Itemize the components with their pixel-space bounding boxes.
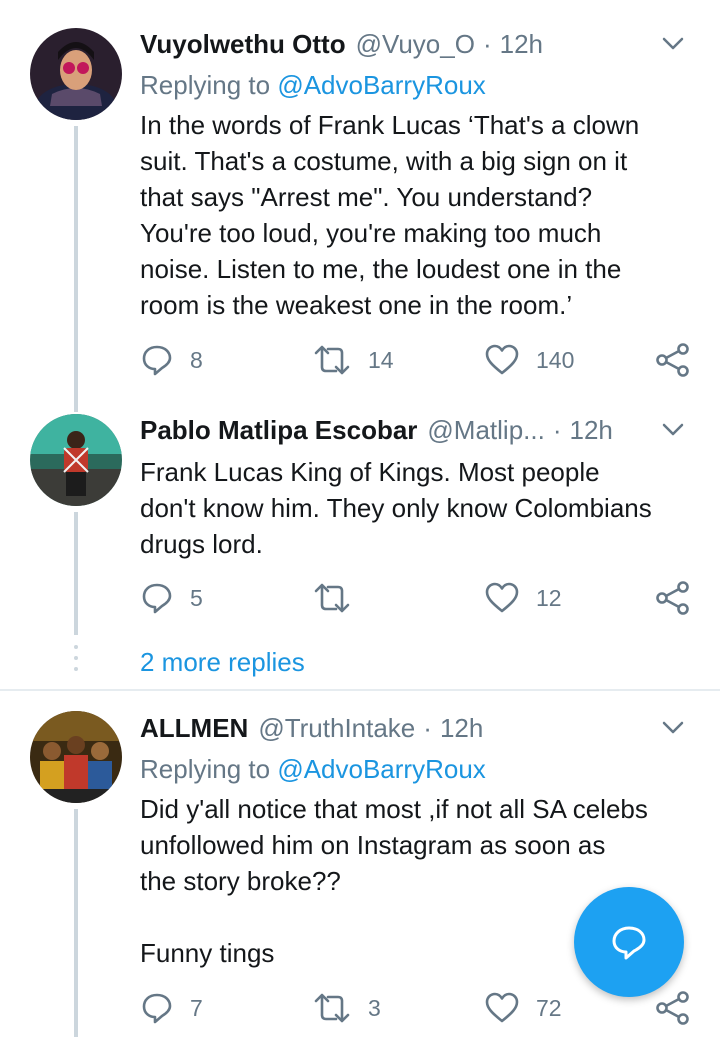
tweet-text: In the words of Frank Lucas ‘That's a cl… xyxy=(140,110,640,320)
share-button[interactable] xyxy=(655,988,691,1028)
retweet-button[interactable]: 3 xyxy=(312,988,381,1028)
share-icon xyxy=(656,581,689,615)
user-handle[interactable]: @Vuyo_O xyxy=(356,29,475,60)
chevron-down-icon[interactable] xyxy=(656,711,690,745)
reply-icon xyxy=(142,345,172,376)
heart-icon xyxy=(485,344,519,375)
heart-icon xyxy=(485,992,519,1023)
thread-line xyxy=(74,512,78,635)
heart-icon xyxy=(485,582,519,613)
replying-to: Replying to @AdvoBarryRoux xyxy=(140,754,486,785)
user-handle[interactable]: @TruthIntake xyxy=(258,713,415,744)
replying-to-label: Replying to xyxy=(140,70,271,100)
tweet-actions: 8 14 140 xyxy=(140,340,700,380)
tweet-header: Pablo Matlipa Escobar @Matlip... · 12h xyxy=(140,413,690,447)
retweet-button[interactable] xyxy=(312,578,368,618)
like-button[interactable]: 140 xyxy=(484,340,574,380)
reply-icon xyxy=(142,583,172,614)
compose-reply-icon xyxy=(612,926,646,960)
like-count: 140 xyxy=(536,346,575,373)
reply-count: 5 xyxy=(190,584,203,611)
reply-icon xyxy=(142,993,172,1024)
user-handle[interactable]: @Matlip... xyxy=(427,415,544,446)
replying-to-link[interactable]: @AdvoBarryRoux xyxy=(277,754,485,784)
separator-dot: · xyxy=(482,28,492,59)
retweet-icon xyxy=(314,345,350,375)
like-button[interactable]: 12 xyxy=(484,578,562,618)
compose-reply-button[interactable] xyxy=(574,887,684,997)
retweet-count: 3 xyxy=(368,994,381,1021)
retweet-count: 14 xyxy=(368,346,394,373)
display-name[interactable]: Vuyolwethu Otto xyxy=(140,29,346,60)
tweet-actions: 5 12 xyxy=(140,578,700,618)
timestamp[interactable]: 12h xyxy=(570,415,613,446)
reply-count: 7 xyxy=(190,994,203,1021)
tweet-header: ALLMEN @TruthIntake · 12h xyxy=(140,711,690,745)
tweet-header: Vuyolwethu Otto @Vuyo_O · 12h xyxy=(140,27,690,61)
share-icon xyxy=(656,343,689,377)
share-button[interactable] xyxy=(655,578,691,618)
thread-line xyxy=(74,400,78,412)
display-name[interactable]: Pablo Matlipa Escobar xyxy=(140,415,417,446)
tweet-text: Frank Lucas King of Kings. Most people d… xyxy=(140,457,652,559)
like-count: 12 xyxy=(536,584,562,611)
share-icon xyxy=(656,991,689,1025)
chevron-down-icon[interactable] xyxy=(656,27,690,61)
retweet-icon xyxy=(314,993,350,1023)
thread-line xyxy=(74,126,78,400)
thread-line xyxy=(74,809,78,1037)
separator-dot: · xyxy=(552,414,562,445)
timestamp[interactable]: 12h xyxy=(500,29,543,60)
display-name[interactable]: ALLMEN xyxy=(140,713,248,744)
replying-to-link[interactable]: @AdvoBarryRoux xyxy=(277,70,485,100)
retweet-icon xyxy=(314,583,350,613)
retweet-button[interactable]: 14 xyxy=(312,340,394,380)
share-button[interactable] xyxy=(655,340,691,380)
more-replies-link[interactable]: 2 more replies xyxy=(140,647,305,678)
replying-to-label: Replying to xyxy=(140,754,271,784)
reply-button[interactable]: 7 xyxy=(140,988,203,1028)
timestamp[interactable]: 12h xyxy=(440,713,483,744)
like-count: 72 xyxy=(536,994,562,1021)
avatar-allmen[interactable] xyxy=(30,711,122,803)
thread-dots xyxy=(74,645,78,678)
tweet-1[interactable]: Vuyolwethu Otto @Vuyo_O · 12h Replying t… xyxy=(0,0,720,400)
reply-button[interactable]: 8 xyxy=(140,340,203,380)
tweet-2[interactable]: Pablo Matlipa Escobar @Matlip... · 12h F… xyxy=(0,400,720,690)
chevron-down-icon[interactable] xyxy=(656,413,690,447)
separator-dot: · xyxy=(423,712,432,743)
avatar-vuyolwethu[interactable] xyxy=(30,28,122,120)
reply-count: 8 xyxy=(190,346,203,373)
like-button[interactable]: 72 xyxy=(484,988,562,1028)
avatar-pablo[interactable] xyxy=(30,414,122,506)
reply-button[interactable]: 5 xyxy=(140,578,203,618)
replying-to: Replying to @AdvoBarryRoux xyxy=(140,70,486,101)
